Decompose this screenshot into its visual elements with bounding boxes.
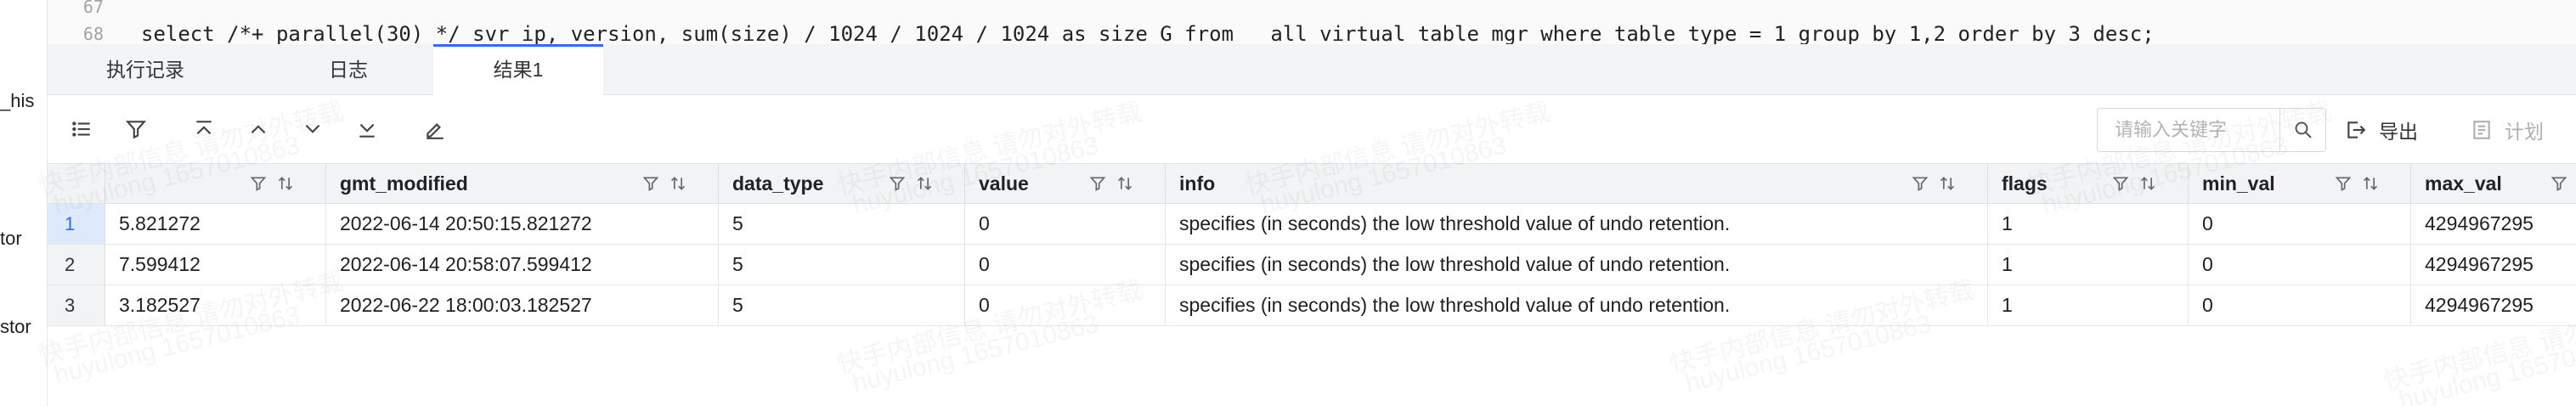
row-number[interactable]: 3 [48,285,105,325]
result-toolbar: 导出 计划 [48,95,2576,163]
sort-icon[interactable] [669,174,686,193]
table-row[interactable]: 3 3.182527 2022-06-22 18:00:03.182527 5 … [48,285,2576,326]
column-header[interactable] [105,164,326,203]
first-row-icon[interactable] [187,112,221,146]
tab-log[interactable]: 日志 [263,44,433,95]
filter-icon[interactable] [642,174,659,193]
table-cell[interactable]: 5 [719,285,965,325]
row-number[interactable]: 2 [48,245,105,285]
table-cell[interactable]: 0 [965,285,1166,325]
result-tabbar: 执行记录 日志 结果1 [48,44,2576,96]
table-cell[interactable]: 0 [2189,245,2411,285]
column-header[interactable]: max_val [2411,164,2576,203]
plan-label: 计划 [2505,121,2544,143]
code-line[interactable]: select /*+ parallel(30) */ svr_ip, versi… [141,22,2155,44]
table-cell[interactable]: 2022-06-22 18:00:03.182527 [326,285,719,325]
grid-header: gmt_modified data_type value info flags … [48,163,2576,204]
sort-icon[interactable] [2362,174,2379,193]
plan-icon [2473,121,2490,139]
list-icon[interactable] [65,112,99,146]
column-header[interactable]: data_type [719,164,965,203]
column-header[interactable]: flags [1988,164,2189,203]
table-cell[interactable]: 0 [2189,285,2411,325]
filter-icon[interactable] [2335,174,2352,193]
table-cell[interactable]: 3.182527 [105,285,326,325]
tree-item[interactable]: tor [0,228,22,250]
table-cell[interactable]: 5 [719,245,965,285]
table-cell[interactable]: 4294967295 [2411,245,2576,285]
tab-execution-history[interactable]: 执行记录 [76,44,214,95]
table-cell[interactable]: 2022-06-14 20:58:07.599412 [326,245,719,285]
table-cell[interactable]: 4294967295 [2411,204,2576,244]
tree-item[interactable]: stor [0,316,31,338]
row-number[interactable]: 1 [48,204,105,244]
sort-icon[interactable] [2139,174,2156,193]
result-grid: gmt_modified data_type value info flags … [48,163,2576,406]
export-button[interactable]: 导出 [2345,116,2418,144]
column-header[interactable]: gmt_modified [326,164,719,203]
column-header[interactable]: info [1166,164,1988,203]
filter-icon[interactable] [119,112,153,146]
column-header[interactable]: min_val [2189,164,2411,203]
table-cell[interactable]: specifies (in seconds) the low threshold… [1166,245,1988,285]
tab-result-1[interactable]: 结果1 [433,44,603,96]
table-cell[interactable]: specifies (in seconds) the low threshold… [1166,204,1988,244]
table-cell[interactable]: 0 [965,204,1166,244]
line-number: 67 [82,0,104,17]
search-icon [2295,121,2312,138]
export-label: 导出 [2379,121,2418,143]
table-cell[interactable]: 1 [1988,285,2189,325]
table-row[interactable]: 1 5.821272 2022-06-14 20:50:15.821272 5 … [48,204,2576,245]
tree-item[interactable]: _his [0,90,34,112]
column-header[interactable]: value [965,164,1166,203]
next-row-icon[interactable] [296,112,330,146]
filter-icon[interactable] [1912,174,1929,193]
table-row[interactable]: 2 7.599412 2022-06-14 20:58:07.599412 5 … [48,245,2576,285]
table-cell[interactable]: 5.821272 [105,204,326,244]
filter-icon[interactable] [2112,174,2129,193]
filter-icon[interactable] [250,174,267,193]
filter-icon[interactable] [1089,174,1106,193]
filter-icon[interactable] [2551,174,2568,193]
table-cell[interactable]: 5 [719,204,965,244]
sql-editor[interactable]: 67 68 select /*+ parallel(30) */ svr_ip,… [48,0,2576,44]
edit-icon[interactable] [418,112,452,146]
table-cell[interactable]: 1 [1988,204,2189,244]
table-cell[interactable]: 4294967295 [2411,285,2576,325]
table-cell[interactable]: 0 [2189,204,2411,244]
sort-icon[interactable] [277,174,294,193]
sort-icon[interactable] [1939,174,1956,193]
table-cell[interactable]: specifies (in seconds) the low threshold… [1166,285,1988,325]
search-button[interactable] [2279,109,2325,151]
table-cell[interactable]: 7.599412 [105,245,326,285]
table-cell[interactable]: 1 [1988,245,2189,285]
sort-icon[interactable] [1116,174,1133,193]
search-input[interactable] [2098,109,2280,151]
plan-button[interactable]: 计划 [2471,116,2544,144]
previous-row-icon[interactable] [241,112,275,146]
search-box [2097,108,2326,152]
filter-icon[interactable] [889,174,906,193]
sort-icon[interactable] [916,174,933,193]
line-number: 68 [82,24,104,44]
export-icon [2347,121,2366,138]
row-number-header [48,164,105,203]
object-tree-panel: _his tor stor [0,0,48,406]
line-gutter: 67 68 [48,0,116,44]
table-cell[interactable]: 0 [965,245,1166,285]
table-cell[interactable]: 2022-06-14 20:50:15.821272 [326,204,719,244]
last-row-icon[interactable] [350,112,384,146]
